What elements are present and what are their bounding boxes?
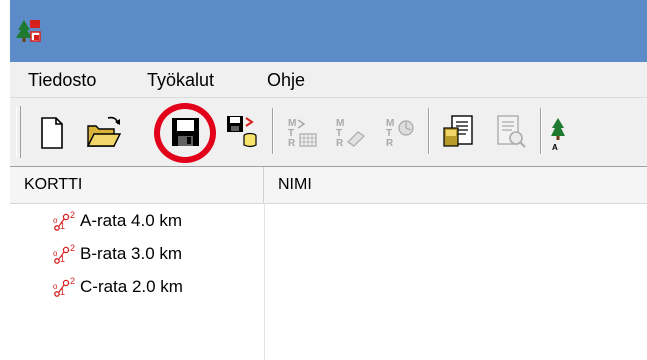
menu-tyokalut[interactable]: Työkalut xyxy=(147,70,214,91)
title-bar[interactable] xyxy=(10,0,647,62)
svg-text:o: o xyxy=(53,216,58,225)
save-icon xyxy=(172,118,199,146)
list-item[interactable]: o 1 2 A-rata 4.0 km xyxy=(10,205,264,238)
save-to-database-icon xyxy=(227,116,257,148)
svg-text:1: 1 xyxy=(60,254,65,264)
mtr-reader-icon: M T R xyxy=(386,118,414,149)
svg-text:R: R xyxy=(288,138,296,149)
list-item[interactable]: o 1 2 B-rata 3.0 km xyxy=(10,238,264,271)
menu-tiedosto[interactable]: Tiedosto xyxy=(28,70,96,91)
course-list: KORTTI NIMI o 1 2 A-rata 4.0 km o 1 2 B-… xyxy=(10,166,647,360)
svg-text:A: A xyxy=(552,143,558,152)
control-card-icon: o 1 2 xyxy=(53,243,75,264)
print-document-button[interactable] xyxy=(440,106,480,158)
toolbar: M T R M T R M T R A xyxy=(10,97,647,166)
mtr-table-button[interactable]: M T R xyxy=(282,106,322,158)
print-preview-button[interactable] xyxy=(490,106,530,158)
row-kortti: C-rata 2.0 km xyxy=(80,277,183,296)
svg-text:1: 1 xyxy=(60,221,65,231)
save-button[interactable] xyxy=(165,106,205,158)
open-folder-icon xyxy=(86,116,122,147)
column-divider xyxy=(264,203,265,360)
control-card-icon: o 1 2 xyxy=(53,210,75,231)
open-folder-button[interactable] xyxy=(84,106,124,158)
toolbar-separator xyxy=(272,108,274,154)
control-card-icon: o 1 2 xyxy=(53,276,75,297)
row-kortti: A-rata 4.0 km xyxy=(80,211,183,230)
list-header: KORTTI NIMI xyxy=(10,167,647,204)
new-file-icon xyxy=(41,117,63,149)
svg-text:o: o xyxy=(53,249,58,258)
svg-text:2: 2 xyxy=(70,210,75,220)
mtr-erase-button[interactable]: M T R xyxy=(330,106,370,158)
new-file-button[interactable] xyxy=(32,106,72,158)
save-to-database-button[interactable] xyxy=(222,106,262,158)
list-item[interactable]: o 1 2 C-rata 2.0 km xyxy=(10,271,264,304)
column-header-nimi[interactable]: NIMI xyxy=(264,167,647,203)
toolbar-separator xyxy=(428,108,430,154)
svg-text:1: 1 xyxy=(60,287,65,297)
svg-text:2: 2 xyxy=(70,243,75,253)
mtr-table-icon: M T R xyxy=(288,118,317,149)
svg-text:R: R xyxy=(336,138,344,149)
app-tree-icon xyxy=(16,20,41,42)
column-header-kortti[interactable]: KORTTI xyxy=(10,167,264,203)
tree-button[interactable]: A xyxy=(548,106,578,158)
print-document-icon xyxy=(443,115,473,147)
tree-icon: A xyxy=(551,118,565,152)
svg-text:2: 2 xyxy=(70,276,75,286)
menu-bar: Tiedosto Työkalut Ohje xyxy=(10,62,647,96)
svg-text:o: o xyxy=(53,282,58,291)
menu-ohje[interactable]: Ohje xyxy=(267,70,305,91)
mtr-reader-button[interactable]: M T R xyxy=(380,106,420,158)
app-window: Tiedosto Työkalut Ohje M T R M T R M T R… xyxy=(10,0,647,360)
row-kortti: B-rata 3.0 km xyxy=(80,244,183,263)
toolbar-grip[interactable] xyxy=(16,106,21,158)
mtr-erase-icon: M T R xyxy=(336,118,365,149)
svg-text:R: R xyxy=(386,138,394,149)
toolbar-separator xyxy=(540,108,542,154)
print-preview-icon xyxy=(497,115,526,148)
